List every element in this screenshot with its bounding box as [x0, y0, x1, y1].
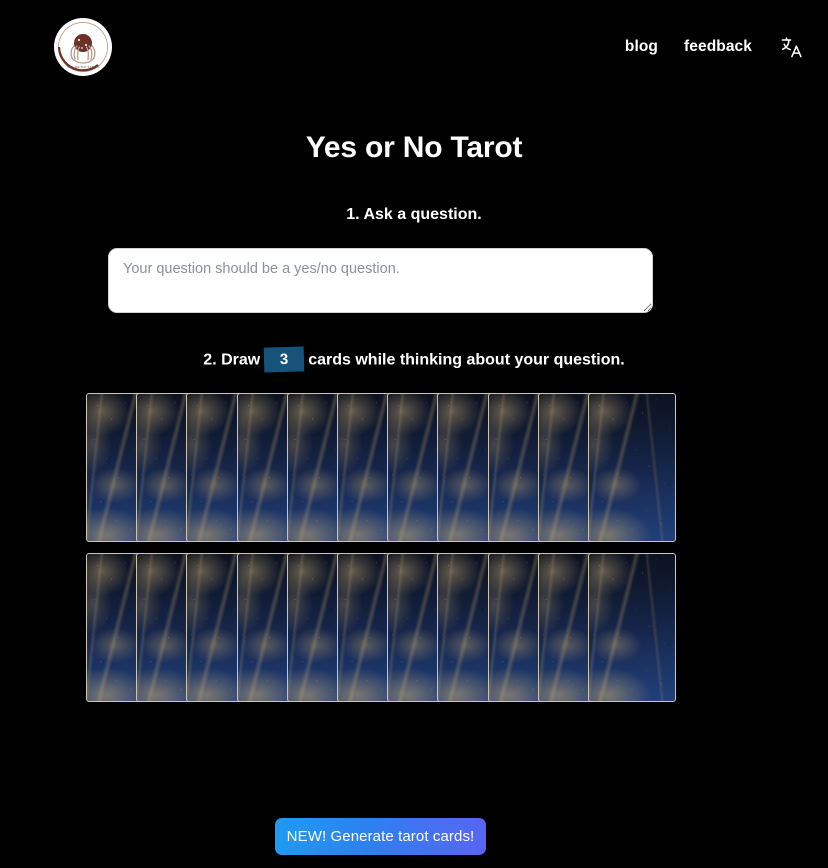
translate-icon[interactable]: [778, 34, 804, 60]
card-count-badge[interactable]: 3: [263, 346, 305, 373]
nav-link-blog[interactable]: blog: [625, 38, 658, 56]
main-nav: blog feedback: [625, 34, 804, 60]
question-field-wrapper: [108, 248, 653, 318]
question-input[interactable]: [108, 248, 653, 313]
page-root: YES OR NO TAROT blog feedback Yes or No …: [0, 0, 828, 868]
step-1-label: 1. Ask a question.: [346, 206, 482, 223]
step-2-label: 2. Draw 3 cards while thinking about your …: [0, 346, 828, 373]
tarot-card-back[interactable]: [588, 393, 676, 542]
site-header: YES OR NO TAROT blog feedback: [0, 0, 828, 94]
step-2-prefix: 2. Draw: [203, 351, 261, 369]
card-nebula-texture: [589, 394, 675, 541]
logo-caption: YES OR NO TAROT: [66, 65, 100, 69]
card-nebula-texture: [589, 554, 675, 701]
site-logo[interactable]: YES OR NO TAROT: [54, 18, 112, 76]
generate-tarot-cards-button[interactable]: NEW! Generate tarot cards!: [275, 818, 486, 855]
translate-glyph: [781, 36, 802, 57]
step-2-suffix: cards while thinking about your question…: [308, 351, 625, 369]
page-title: Yes or No Tarot: [305, 131, 523, 164]
nav-link-feedback[interactable]: feedback: [684, 38, 752, 56]
tarot-card-back[interactable]: [588, 553, 676, 702]
